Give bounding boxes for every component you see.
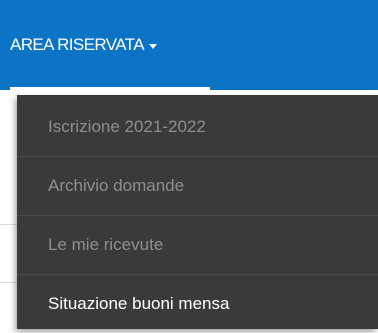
menu-item-label: Situazione buoni mensa (48, 294, 230, 313)
menu-item-situazione-buoni-mensa[interactable]: Situazione buoni mensa (17, 275, 378, 333)
area-riservata-dropdown-menu: Iscrizione 2021-2022 Archivio domande Le… (17, 95, 378, 329)
menu-item-label: Iscrizione 2021-2022 (48, 117, 206, 136)
top-navbar: AREA RISERVATA (0, 0, 378, 90)
menu-item-archivio-domande[interactable]: Archivio domande (17, 157, 378, 215)
area-riservata-label: AREA RISERVATA (10, 35, 145, 54)
menu-item-iscrizione[interactable]: Iscrizione 2021-2022 (17, 98, 378, 156)
menu-item-label: Archivio domande (48, 176, 185, 195)
menu-item-label: Le mie ricevute (48, 235, 164, 254)
area-riservata-dropdown-toggle[interactable]: AREA RISERVATA (10, 0, 157, 90)
menu-item-le-mie-ricevute[interactable]: Le mie ricevute (17, 216, 378, 274)
caret-down-icon (148, 43, 157, 49)
